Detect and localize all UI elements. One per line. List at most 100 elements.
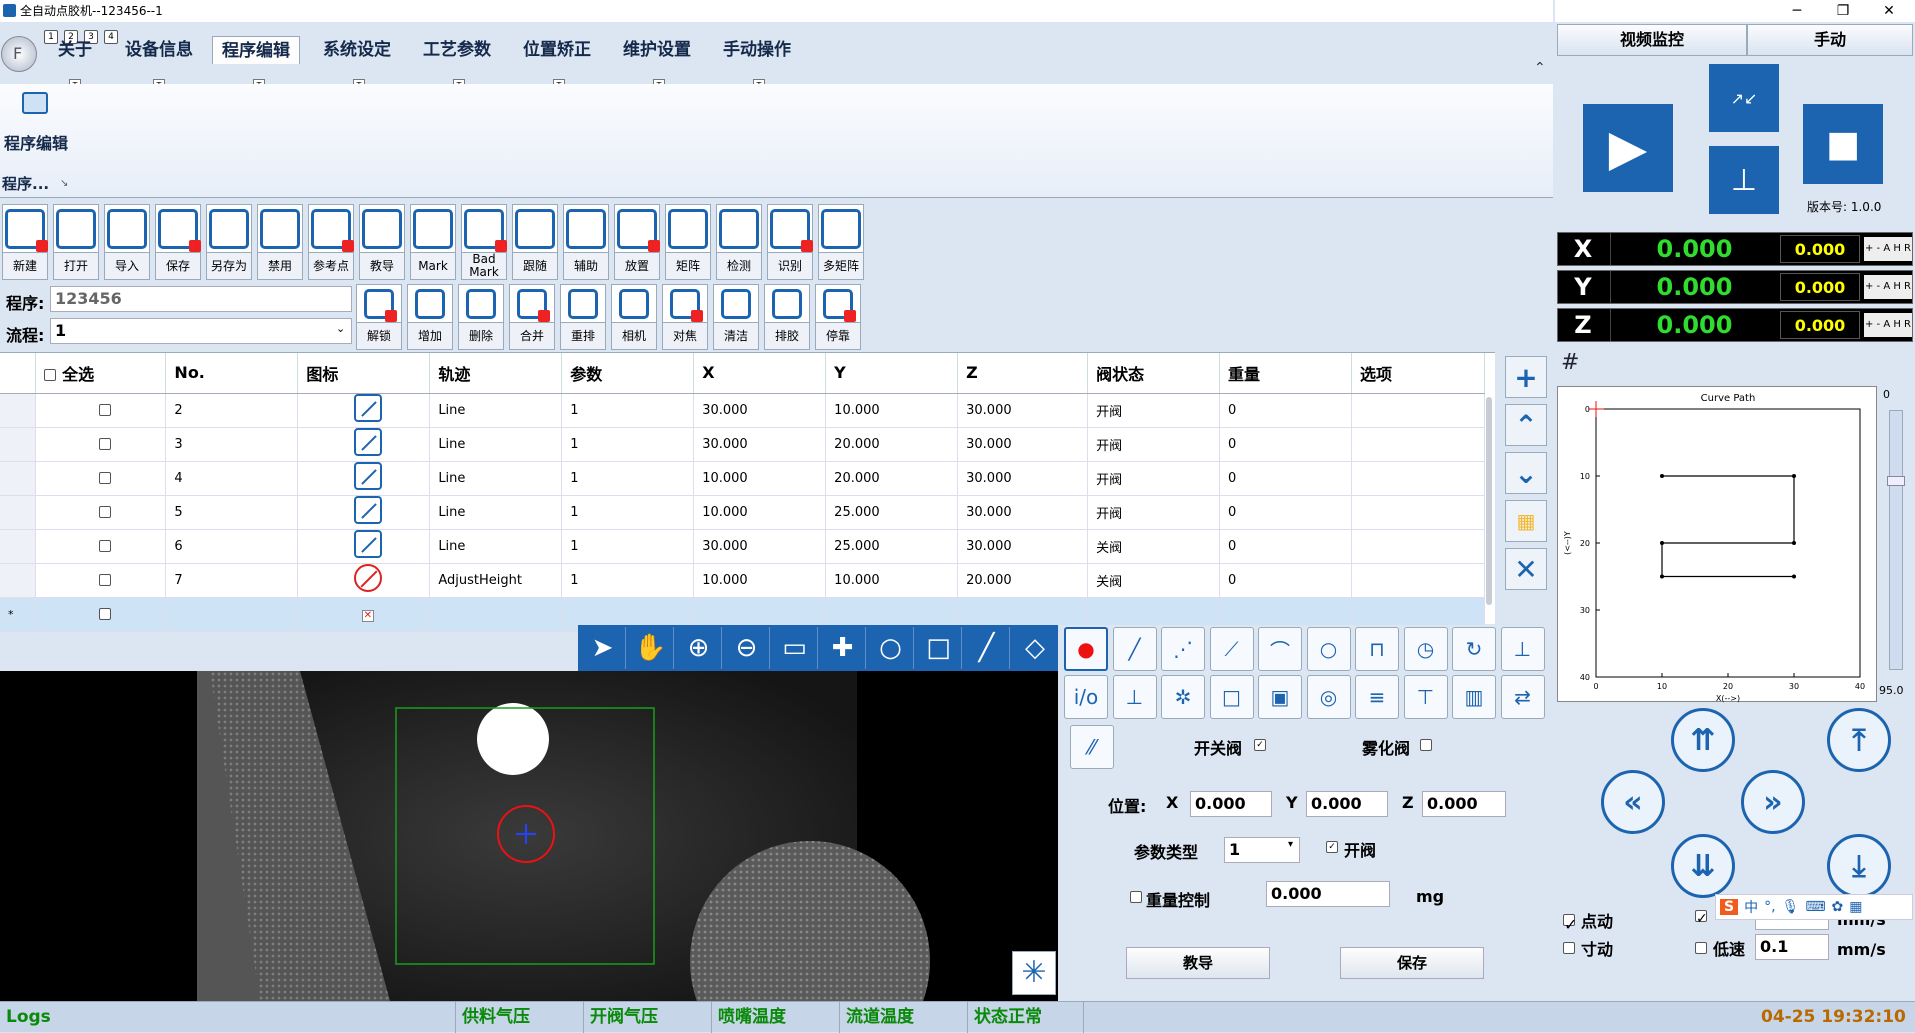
cell-z[interactable]: 30.000 xyxy=(957,461,1089,496)
program-edit-button[interactable]: 程序编辑 xyxy=(4,130,68,154)
select-all-header[interactable]: 全选 xyxy=(35,353,167,394)
crosshair-icon[interactable]: ✚ xyxy=(820,627,866,669)
toolbar-button-row2-0[interactable]: 解锁 xyxy=(356,284,402,350)
edit-path-icon[interactable]: ⁄⁄ xyxy=(1070,725,1114,769)
toolbar-button-row1-1[interactable]: 打开 xyxy=(53,204,99,280)
switch-valve-checkbox[interactable]: ✓ xyxy=(1254,739,1266,751)
row-checkbox[interactable] xyxy=(98,506,111,518)
column-header-options[interactable]: 选项 xyxy=(1351,353,1486,394)
chevron-down-icon[interactable]: ⌄ xyxy=(336,322,345,335)
chevron-down-icon[interactable]: ▾ xyxy=(1288,839,1293,850)
add-row-button[interactable]: + xyxy=(1505,356,1547,398)
slider-track[interactable] xyxy=(1889,410,1903,670)
low-speed-row[interactable]: 低速 xyxy=(1695,936,1745,960)
toolbar-button-row2-8[interactable]: 排胶 xyxy=(764,284,810,350)
flow-select[interactable]: 1 xyxy=(50,318,352,344)
dashed-line-icon[interactable]: ⋰ xyxy=(1161,627,1205,671)
toolbar-button-row1-16[interactable]: 多矩阵 xyxy=(818,204,864,280)
app-menu-button[interactable]: F xyxy=(1,36,37,72)
jog-right-button[interactable]: » xyxy=(1741,770,1805,834)
axis-y-mode[interactable]: + - A H R xyxy=(1864,275,1912,299)
row-checkbox[interactable] xyxy=(98,404,111,416)
cell-track[interactable]: Line xyxy=(429,461,563,496)
grid-scrollbar[interactable] xyxy=(1486,397,1492,605)
toolbar-button-row2-3[interactable]: 合并 xyxy=(509,284,555,350)
ime-language[interactable]: 中 xyxy=(1744,897,1758,917)
stop-button[interactable]: ■ xyxy=(1803,104,1883,184)
toolbar-button-row2-5[interactable]: 相机 xyxy=(611,284,657,350)
atomize-valve-checkbox[interactable] xyxy=(1420,739,1432,751)
toolbar-button-row2-2[interactable]: 删除 xyxy=(458,284,504,350)
cell-options[interactable] xyxy=(1351,529,1486,564)
cell-x[interactable]: 10.000 xyxy=(693,495,827,530)
grid-toggle-icon[interactable]: # xyxy=(1561,350,1579,375)
cell-no[interactable]: 6 xyxy=(165,529,299,564)
toolbar-button-row2-9[interactable]: 停靠 xyxy=(815,284,861,350)
row-header[interactable] xyxy=(0,427,37,462)
tab-process-params[interactable]: 工艺参数 xyxy=(418,36,496,64)
ime-punct-icon[interactable]: °, xyxy=(1764,899,1775,915)
toolbar-button-row1-13[interactable]: 矩阵 xyxy=(665,204,711,280)
toolbar-button-row1-6[interactable]: 参考点 xyxy=(308,204,354,280)
calibrate-icon[interactable]: ⊤ xyxy=(1403,675,1448,719)
line-tool-icon[interactable]: ╱ xyxy=(964,627,1010,669)
pos-z-input[interactable]: 0.000 xyxy=(1422,791,1506,817)
cell-options[interactable] xyxy=(1351,495,1486,530)
open-valve-checkbox[interactable]: ✓ xyxy=(1326,841,1338,853)
cell-param[interactable]: 1 xyxy=(561,563,695,598)
cell-options[interactable] xyxy=(1351,563,1486,598)
cell-valve[interactable]: 开阀 xyxy=(1087,495,1221,530)
toolbar-button-row1-15[interactable]: 识别 xyxy=(767,204,813,280)
cell-param[interactable]: 1 xyxy=(561,529,695,564)
cell-track[interactable]: Line xyxy=(429,393,563,428)
cell-weight[interactable]: 0 xyxy=(1219,427,1352,462)
icon-cell[interactable] xyxy=(297,427,431,462)
minimize-icon[interactable]: ─ xyxy=(1775,0,1819,22)
skin-icon[interactable]: ✿ xyxy=(1832,899,1844,915)
logs-label[interactable]: Logs xyxy=(0,1002,456,1033)
toolbar-button-row1-2[interactable]: 导入 xyxy=(104,204,150,280)
row-checkbox-cell[interactable] xyxy=(35,563,167,598)
weight-ctrl-checkbox[interactable] xyxy=(1130,891,1142,903)
row-checkbox[interactable] xyxy=(98,540,111,552)
pointer-icon[interactable]: ➤ xyxy=(580,627,626,669)
program-input[interactable]: 123456 xyxy=(50,286,352,312)
rect-icon[interactable]: □ xyxy=(1209,675,1254,719)
cell-track[interactable]: Line xyxy=(429,529,563,564)
tab-video-monitor[interactable]: 视频监控 xyxy=(1557,24,1747,56)
cell-x[interactable]: 30.000 xyxy=(693,427,827,462)
cell-y[interactable]: 25.000 xyxy=(825,529,959,564)
ime-toolbar[interactable]: S 中 °, 🎙 ⌨ ✿ ▦ xyxy=(1715,894,1913,920)
inch-checkbox[interactable] xyxy=(1563,942,1575,954)
low-speed-input[interactable]: 0.1 xyxy=(1755,934,1829,960)
toolbar-button-row1-4[interactable]: 另存为 xyxy=(206,204,252,280)
cell-param[interactable]: 1 xyxy=(561,495,695,530)
cell-valve[interactable]: 开阀 xyxy=(1087,461,1221,496)
toolbar-button-row1-14[interactable]: 检测 xyxy=(716,204,762,280)
table-row[interactable]: 5 Line 1 10.000 25.000 30.000 开阀 0 xyxy=(0,495,1486,530)
microphone-icon[interactable]: 🎙 xyxy=(1782,899,1800,915)
needle-icon[interactable]: ⊥ xyxy=(1500,627,1545,671)
toolbar-button-row2-6[interactable]: 对焦 xyxy=(662,284,708,350)
tab-system-settings[interactable]: 系统设定 xyxy=(318,36,396,64)
column-header-icon[interactable]: 图标 xyxy=(297,353,431,394)
cell-weight[interactable]: 0 xyxy=(1219,563,1352,598)
toolbar-button-row2-4[interactable]: 重排 xyxy=(560,284,606,350)
tab-position-correction[interactable]: 位置矫正 xyxy=(518,36,596,64)
high-speed-checkbox[interactable]: ✓ xyxy=(1695,910,1708,927)
table-row[interactable]: 3 Line 1 30.000 20.000 30.000 开阀 0 xyxy=(0,427,1486,462)
cell-y[interactable]: 25.000 xyxy=(825,495,959,530)
toolbar-button-row1-12[interactable]: 放置 xyxy=(614,204,660,280)
axis-home-button[interactable]: ↗↙ xyxy=(1709,64,1779,132)
toolbar-button-row1-9[interactable]: Bad Mark xyxy=(461,204,507,280)
cell-track[interactable]: Line xyxy=(429,427,563,462)
row-checkbox-cell[interactable] xyxy=(35,461,167,496)
move-down-button[interactable]: ⌄ xyxy=(1505,452,1547,494)
teach-button[interactable]: 教导 xyxy=(1126,947,1270,979)
row-checkbox-cell[interactable] xyxy=(35,427,167,462)
cell-x[interactable]: 10.000 xyxy=(693,563,827,598)
jog-left-button[interactable]: « xyxy=(1601,770,1665,834)
cell-no[interactable]: 3 xyxy=(165,427,299,462)
toolbar-button-row1-7[interactable]: 教导 xyxy=(359,204,405,280)
inch-mode-row[interactable]: 寸动 xyxy=(1563,936,1613,960)
